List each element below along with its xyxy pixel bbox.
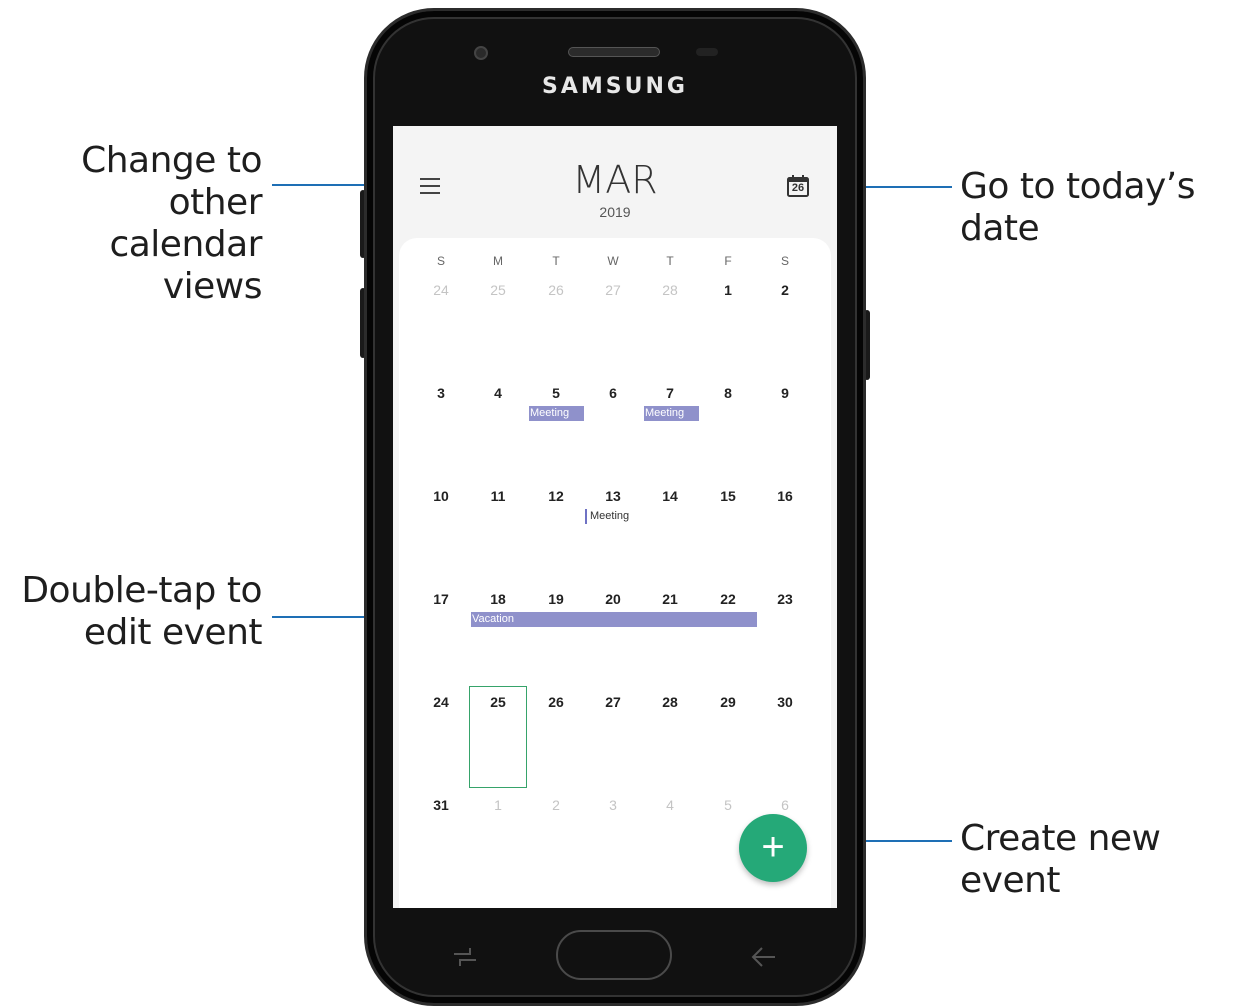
day-cell[interactable]: 5 (536, 385, 576, 401)
day-cell[interactable]: 13 (593, 488, 633, 504)
day-cell[interactable]: 3 (593, 797, 633, 813)
day-cell[interactable]: 3 (421, 385, 461, 401)
day-cell[interactable]: 25 (478, 694, 518, 710)
day-cell[interactable]: 23 (765, 591, 805, 607)
day-cell[interactable]: 21 (650, 591, 690, 607)
day-cell[interactable]: 18 (478, 591, 518, 607)
day-cell[interactable]: 27 (593, 694, 633, 710)
today-calendar-icon[interactable]: 26 (786, 174, 810, 198)
month-title: MAR (572, 158, 658, 202)
day-cell[interactable]: 2 (536, 797, 576, 813)
day-cell[interactable]: 25 (478, 282, 518, 298)
day-cell[interactable]: 30 (765, 694, 805, 710)
event-meeting-13[interactable]: Meeting (585, 509, 641, 524)
weekday-wed: W (607, 254, 619, 268)
day-cell[interactable]: 28 (650, 694, 690, 710)
day-cell[interactable]: 15 (708, 488, 748, 504)
day-cell[interactable]: 17 (421, 591, 461, 607)
callout-change-view-line1: Change to other (81, 140, 262, 223)
weekday-fri: F (724, 254, 732, 268)
weekday-mon: M (493, 254, 503, 268)
day-cell[interactable]: 29 (708, 694, 748, 710)
proximity-sensor (696, 48, 718, 56)
day-cell[interactable]: 1 (708, 282, 748, 298)
recent-apps-icon[interactable] (452, 944, 478, 970)
day-cell[interactable]: 11 (478, 488, 518, 504)
day-cell[interactable]: 4 (650, 797, 690, 813)
day-cell[interactable]: 22 (708, 591, 748, 607)
day-cell[interactable]: 16 (765, 488, 805, 504)
day-cell[interactable]: 24 (421, 282, 461, 298)
day-cell[interactable]: 10 (421, 488, 461, 504)
front-camera (474, 46, 488, 60)
day-cell[interactable]: 9 (765, 385, 805, 401)
day-cell[interactable]: 14 (650, 488, 690, 504)
day-cell[interactable]: 2 (765, 282, 805, 298)
event-vacation[interactable]: Vacation (471, 612, 757, 627)
year-label: 2019 (599, 204, 631, 220)
day-cell[interactable]: 6 (765, 797, 805, 813)
day-cell[interactable]: 5 (708, 797, 748, 813)
weekday-thu: T (666, 254, 674, 268)
brand-logo: SAMSUNG (542, 74, 688, 99)
callout-change-view-line2: calendar views (109, 224, 262, 307)
month-grid: S M T W T F S 24 25 26 27 28 1 2 3 4 5 6… (399, 238, 831, 908)
weekday-sun: S (436, 254, 445, 268)
callout-create-event: Create new event (960, 818, 1161, 901)
day-cell[interactable]: 6 (593, 385, 633, 401)
today-icon-number: 26 (791, 182, 805, 194)
event-meeting-5[interactable]: Meeting (529, 406, 584, 421)
day-cell[interactable]: 28 (650, 282, 690, 298)
back-icon[interactable] (748, 942, 778, 972)
weekday-sat: S (780, 254, 789, 268)
day-cell[interactable]: 27 (593, 282, 633, 298)
home-button[interactable] (556, 930, 672, 980)
day-cell[interactable]: 8 (708, 385, 748, 401)
add-event-button[interactable]: + (739, 814, 807, 882)
callout-edit-event-line1: Double-tap to (21, 570, 262, 611)
day-cell[interactable]: 1 (478, 797, 518, 813)
day-cell[interactable]: 12 (536, 488, 576, 504)
weekday-tue: T (552, 254, 560, 268)
event-meeting-7[interactable]: Meeting (644, 406, 699, 421)
callout-change-view: Change to other calendar views (6, 140, 262, 308)
day-cell[interactable]: 24 (421, 694, 461, 710)
day-cell[interactable]: 4 (478, 385, 518, 401)
callout-edit-event: Double-tap to edit event (6, 570, 262, 654)
day-cell[interactable]: 20 (593, 591, 633, 607)
calendar-screen: MAR 2019 26 S M T W T F S 24 25 26 27 28… (393, 126, 837, 908)
day-cell[interactable]: 31 (421, 797, 461, 813)
earpiece-speaker (568, 47, 660, 57)
day-cell[interactable]: 19 (536, 591, 576, 607)
day-cell[interactable]: 26 (536, 694, 576, 710)
callout-edit-event-line2: edit event (83, 612, 263, 653)
day-cell[interactable]: 26 (536, 282, 576, 298)
day-cell[interactable]: 7 (650, 385, 690, 401)
callout-today: Go to today’s date (960, 166, 1196, 249)
